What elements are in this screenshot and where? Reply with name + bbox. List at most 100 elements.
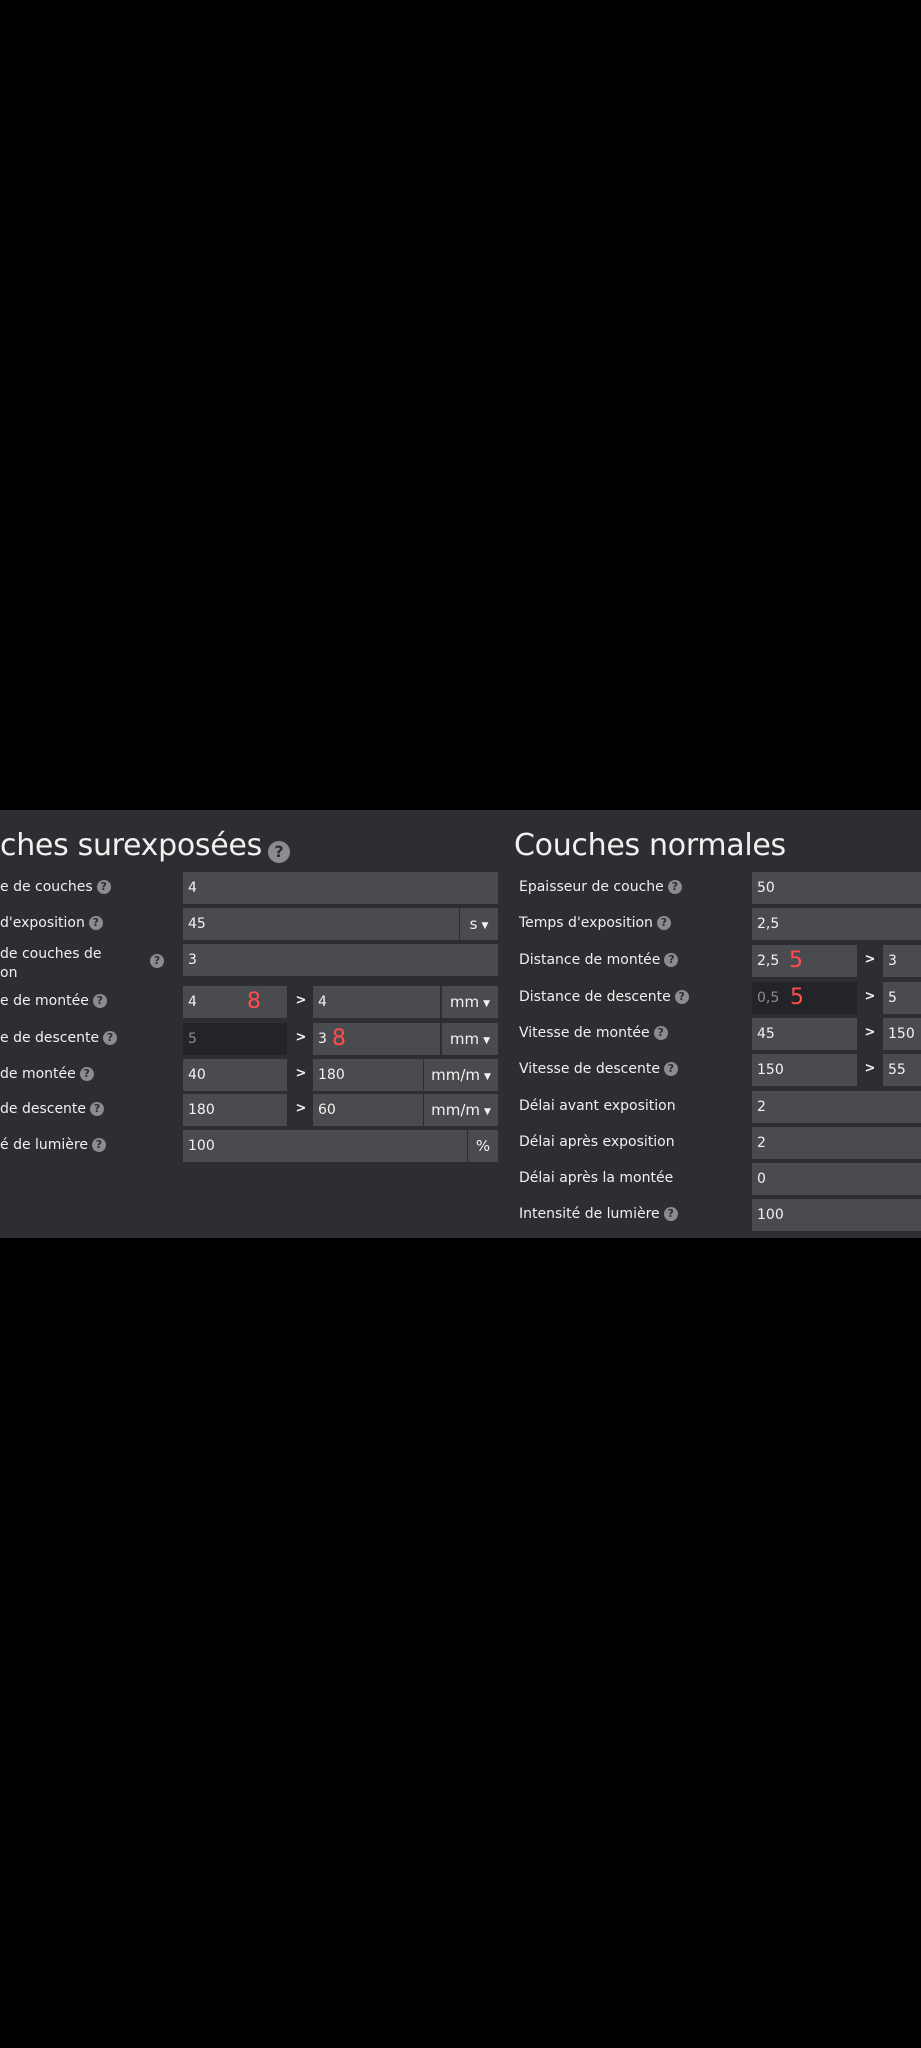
label-text: Distance de montée <box>519 952 661 968</box>
help-icon[interactable]: ? <box>150 954 164 968</box>
handwritten-annotation: 5 <box>790 985 804 1010</box>
left-transition-label: de couches de on <box>0 945 160 983</box>
right-light-intensity-input[interactable]: 100 <box>752 1199 921 1231</box>
left-lift-distance-unit-select[interactable]: mm ▼ <box>442 986 498 1018</box>
label-text: Intensité de lumière <box>519 1206 660 1222</box>
greater-than-symbol: > <box>864 1061 876 1076</box>
greater-than-symbol: > <box>295 1030 307 1045</box>
handwritten-annotation: 5 <box>789 948 803 973</box>
help-icon[interactable]: ? <box>664 953 679 967</box>
help-icon[interactable]: ? <box>103 1031 118 1045</box>
right-layer-thickness-label: Epaisseur de couche? <box>519 879 682 895</box>
chevron-down-icon: ▼ <box>483 1072 491 1082</box>
right-retract-distance-label: Distance de descente? <box>519 989 689 1005</box>
greater-than-symbol: > <box>864 1025 876 1040</box>
right-delay-after-lift-input[interactable]: 0 <box>752 1163 921 1195</box>
left-layer-count-label: e de couches? <box>0 879 111 895</box>
left-retract-distance-from-input[interactable]: 5 <box>183 1023 287 1055</box>
left-exposure-unit-select[interactable]: s ▼ <box>460 908 498 940</box>
left-exposure-label: d'exposition? <box>0 915 103 931</box>
left-retract-speed-from-input[interactable]: 180 <box>183 1094 287 1126</box>
right-light-intensity-label: Intensité de lumière? <box>519 1206 678 1222</box>
left-light-intensity-label: é de lumière? <box>0 1137 106 1153</box>
left-title-text: ches surexposées <box>0 828 262 863</box>
greater-than-symbol: > <box>864 952 876 967</box>
right-lift-speed-label: Vitesse de montée? <box>519 1025 668 1041</box>
chevron-down-icon: ▼ <box>483 1107 491 1117</box>
right-retract-speed-label: Vitesse de descente? <box>519 1061 678 1077</box>
help-icon[interactable]: ? <box>91 1138 106 1152</box>
right-lift-speed-from-input[interactable]: 45 <box>752 1018 857 1050</box>
right-retract-speed-from-input[interactable]: 150 <box>752 1054 857 1086</box>
right-lift-distance-from-input[interactable]: 2,5 <box>752 945 857 977</box>
left-light-intensity-unit: % <box>468 1130 498 1162</box>
right-exposure-label: Temps d'exposition? <box>519 915 671 931</box>
left-transition-input[interactable]: 3 <box>183 944 498 976</box>
help-icon[interactable]: ? <box>79 1067 94 1081</box>
left-retract-speed-to-input[interactable]: 60 <box>313 1094 423 1126</box>
label-line-2: on <box>0 965 18 981</box>
help-icon[interactable]: ? <box>88 916 103 930</box>
left-retract-speed-unit-select[interactable]: mm/m ▼ <box>424 1094 498 1126</box>
label-text: Epaisseur de couche <box>519 879 664 895</box>
right-exposure-input[interactable]: 2,5 <box>752 908 921 940</box>
right-lift-distance-label: Distance de montée? <box>519 952 679 968</box>
left-layer-count-input[interactable]: 4 <box>183 872 498 904</box>
label-text: Vitesse de montée <box>519 1025 650 1041</box>
label-text: Distance de descente <box>519 989 671 1005</box>
right-retract-speed-to-input[interactable]: 55 <box>883 1054 921 1086</box>
help-icon[interactable]: ? <box>92 994 107 1008</box>
help-icon[interactable]: ? <box>674 990 689 1004</box>
chevron-down-icon: ▼ <box>481 921 489 931</box>
right-lift-speed-to-input[interactable]: 150 <box>883 1018 921 1050</box>
right-delay-after-lift-label: Délai après la montée <box>519 1170 674 1186</box>
left-lift-distance-to-input[interactable]: 4 <box>313 986 440 1018</box>
left-retract-speed-label: de descente? <box>0 1101 105 1117</box>
right-layer-thickness-input[interactable]: 50 <box>752 872 921 904</box>
chevron-down-icon: ▼ <box>483 1036 491 1046</box>
right-section-title: Couches normales <box>514 828 786 863</box>
unit-text: s <box>469 915 478 933</box>
greater-than-symbol: > <box>295 1066 307 1081</box>
handwritten-annotation: 8 <box>247 989 261 1014</box>
left-lift-distance-from-input[interactable]: 4 <box>183 986 287 1018</box>
left-exposure-input[interactable]: 45 <box>183 908 459 940</box>
left-light-intensity-input[interactable]: 100 <box>183 1130 467 1162</box>
label-text: d'exposition <box>0 915 85 931</box>
label-text: e de descente <box>0 1030 100 1046</box>
label-line-1: de couches de <box>0 946 102 962</box>
right-retract-distance-from-input[interactable]: 0,5 <box>752 982 857 1014</box>
left-lift-speed-to-input[interactable]: 180 <box>313 1059 423 1091</box>
help-icon[interactable]: ? <box>96 880 111 894</box>
left-section-title: ches surexposées? <box>0 828 290 863</box>
label-text: e de montée <box>0 993 89 1009</box>
help-icon[interactable]: ? <box>663 1062 678 1076</box>
label-text: Vitesse de descente <box>519 1061 660 1077</box>
help-icon[interactable]: ? <box>267 841 290 863</box>
unit-text: mm/m <box>431 1101 480 1119</box>
settings-panel: ches surexposées? e de couches? 4 d'expo… <box>0 810 921 1238</box>
right-retract-distance-to-input[interactable]: 5 <box>883 982 921 1014</box>
label-text: Temps d'exposition <box>519 915 653 931</box>
handwritten-annotation: 8 <box>332 1026 346 1051</box>
right-delay-before-exposure-label: Délai avant exposition <box>519 1098 676 1114</box>
right-lift-distance-to-input[interactable]: 3 <box>883 945 921 977</box>
left-retract-distance-unit-select[interactable]: mm ▼ <box>442 1023 498 1055</box>
chevron-down-icon: ▼ <box>483 999 491 1009</box>
right-delay-before-exposure-input[interactable]: 2 <box>752 1091 921 1123</box>
help-icon[interactable]: ? <box>656 916 671 930</box>
label-text: de descente <box>0 1101 87 1117</box>
help-icon[interactable]: ? <box>667 880 682 894</box>
help-icon[interactable]: ? <box>653 1026 668 1040</box>
label-text: de montée <box>0 1066 76 1082</box>
left-lift-speed-unit-select[interactable]: mm/m ▼ <box>424 1059 498 1091</box>
help-icon[interactable]: ? <box>90 1102 105 1116</box>
help-icon[interactable]: ? <box>663 1207 678 1221</box>
right-delay-after-exposure-input[interactable]: 2 <box>752 1127 921 1159</box>
left-retract-distance-label: e de descente? <box>0 1030 118 1046</box>
unit-text: mm/m <box>431 1066 480 1084</box>
left-lift-distance-label: e de montée? <box>0 993 107 1009</box>
left-lift-speed-from-input[interactable]: 40 <box>183 1059 287 1091</box>
greater-than-symbol: > <box>295 1101 307 1116</box>
unit-text: mm <box>449 1030 480 1048</box>
